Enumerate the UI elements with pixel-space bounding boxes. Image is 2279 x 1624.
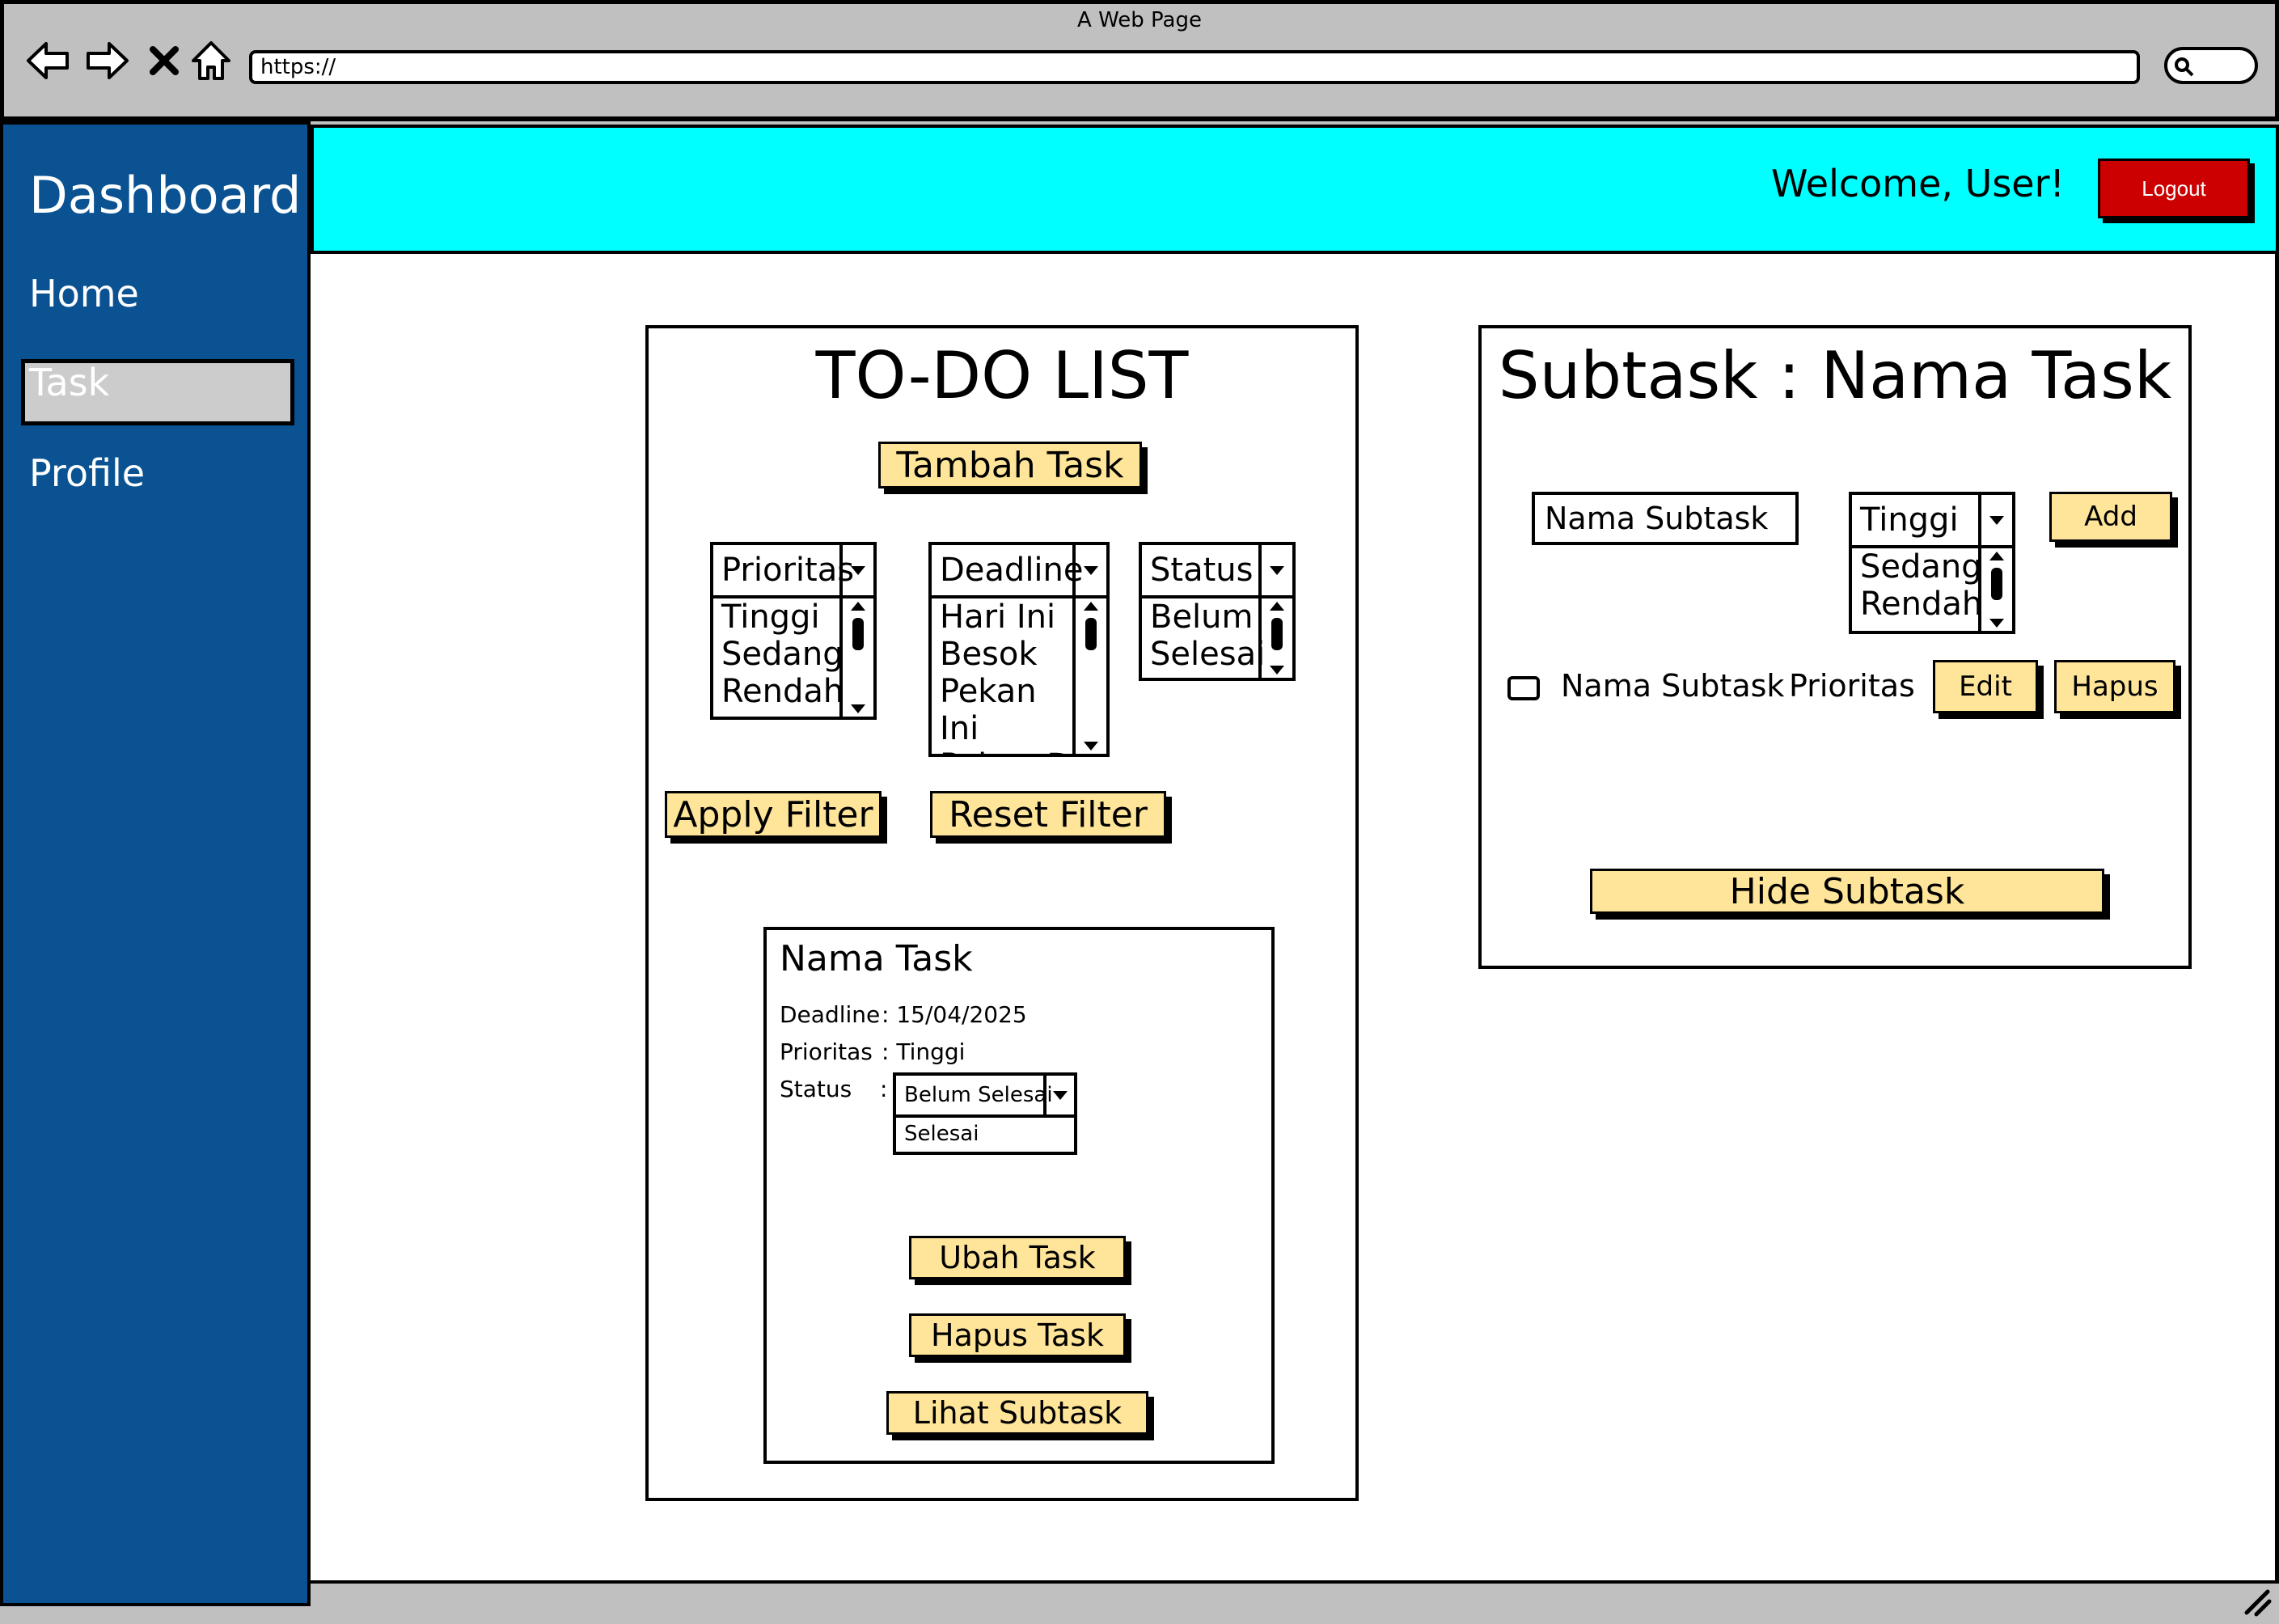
chevron-down-icon[interactable] xyxy=(1072,545,1106,595)
task-priority-value: : Tinggi xyxy=(882,1038,966,1065)
home-icon[interactable] xyxy=(186,36,236,86)
deadline-filter-selected[interactable]: Deadline xyxy=(932,545,1106,598)
priority-filter-selected[interactable]: Prioritas xyxy=(713,545,873,598)
deadline-filter-scrollbar[interactable] xyxy=(1072,598,1106,754)
chevron-down-icon[interactable] xyxy=(1978,495,2012,545)
task-deadline-value: : 15/04/2025 xyxy=(882,1001,1027,1028)
sidebar xyxy=(0,121,311,1606)
sidebar-title: Dashboard xyxy=(29,166,302,225)
task-status-label: Status xyxy=(780,1076,852,1102)
list-item[interactable]: Pekan De xyxy=(940,747,1076,754)
subtask-name-input[interactable]: Nama Subtask xyxy=(1532,492,1799,545)
window-title: A Web Page xyxy=(1077,8,1202,32)
task-deadline-label: Deadline xyxy=(780,1001,881,1028)
task-status-colon: : xyxy=(880,1076,888,1102)
edit-subtask-button[interactable]: Edit xyxy=(1933,660,2038,713)
status-filter-scrollbar[interactable] xyxy=(1258,598,1292,678)
task-card-name: Nama Task xyxy=(780,938,973,979)
status-filter[interactable]: Status Belum Selesai xyxy=(1139,542,1296,681)
subtask-item-priority: Prioritas xyxy=(1789,668,1915,704)
list-item[interactable]: Selesai xyxy=(904,1118,1074,1150)
forward-arrow-icon[interactable] xyxy=(82,36,133,86)
reset-filter-button[interactable]: Reset Filter xyxy=(930,791,1166,838)
list-item[interactable]: Besok xyxy=(940,636,1076,673)
chrome-divider xyxy=(0,116,2279,121)
subtask-priority-select[interactable]: Tinggi Sedang Rendah xyxy=(1849,492,2015,634)
close-icon[interactable] xyxy=(139,36,189,86)
list-item[interactable]: Hari Ini xyxy=(940,598,1076,636)
add-subtask-button[interactable]: Add xyxy=(2049,492,2172,542)
chevron-down-icon[interactable] xyxy=(839,545,873,595)
subtask-checkbox[interactable] xyxy=(1507,676,1540,700)
todo-title: TO-DO LIST xyxy=(815,338,1189,413)
status-bar xyxy=(311,1580,2279,1624)
delete-subtask-button[interactable]: Hapus xyxy=(2054,660,2175,713)
task-status-options: Selesai xyxy=(896,1118,1074,1152)
welcome-text: Welcome, User! xyxy=(1771,162,2065,205)
chevron-down-icon[interactable] xyxy=(1258,545,1292,595)
priority-filter-scrollbar[interactable] xyxy=(839,598,873,717)
list-item[interactable]: Pekan Ini xyxy=(940,673,1076,747)
sidebar-item-home[interactable]: Home xyxy=(29,272,139,315)
back-arrow-icon[interactable] xyxy=(23,36,73,86)
subtask-title: Subtask : Nama Task xyxy=(1498,338,2172,413)
logout-button[interactable]: Logout xyxy=(2098,159,2250,218)
hide-subtask-button[interactable]: Hide Subtask xyxy=(1590,869,2104,914)
url-bar[interactable]: https:// xyxy=(249,50,2140,84)
sidebar-item-task[interactable]: Task xyxy=(29,361,109,404)
deadline-filter[interactable]: Deadline Hari Ini Besok Pekan Ini Pekan … xyxy=(928,542,1110,757)
deadline-filter-list: Hari Ini Besok Pekan Ini Pekan De xyxy=(932,598,1076,754)
subtask-priority-selected[interactable]: Tinggi xyxy=(1852,495,2012,548)
view-subtask-button[interactable]: Lihat Subtask xyxy=(886,1391,1148,1435)
priority-filter[interactable]: Prioritas Tinggi Sedang Rendah xyxy=(710,542,877,720)
task-status-selected[interactable]: Belum Selesai xyxy=(896,1076,1074,1118)
task-priority-label: Prioritas xyxy=(780,1038,873,1065)
resize-handle-icon[interactable] xyxy=(2240,1585,2273,1621)
apply-filter-button[interactable]: Apply Filter xyxy=(665,791,882,838)
chevron-down-icon[interactable] xyxy=(1043,1076,1074,1114)
task-status-select[interactable]: Belum Selesai Selesai xyxy=(893,1072,1077,1155)
add-task-button[interactable]: Tambah Task xyxy=(878,442,1142,488)
delete-task-button[interactable]: Hapus Task xyxy=(909,1313,1126,1357)
browser-search[interactable] xyxy=(2164,47,2258,84)
status-filter-selected[interactable]: Status xyxy=(1142,545,1292,598)
edit-task-button[interactable]: Ubah Task xyxy=(909,1236,1126,1279)
sidebar-item-profile[interactable]: Profile xyxy=(29,451,145,495)
subtask-priority-scrollbar[interactable] xyxy=(1978,548,2012,631)
search-icon xyxy=(2175,57,2194,77)
subtask-item-name: Nama Subtask xyxy=(1561,668,1785,704)
